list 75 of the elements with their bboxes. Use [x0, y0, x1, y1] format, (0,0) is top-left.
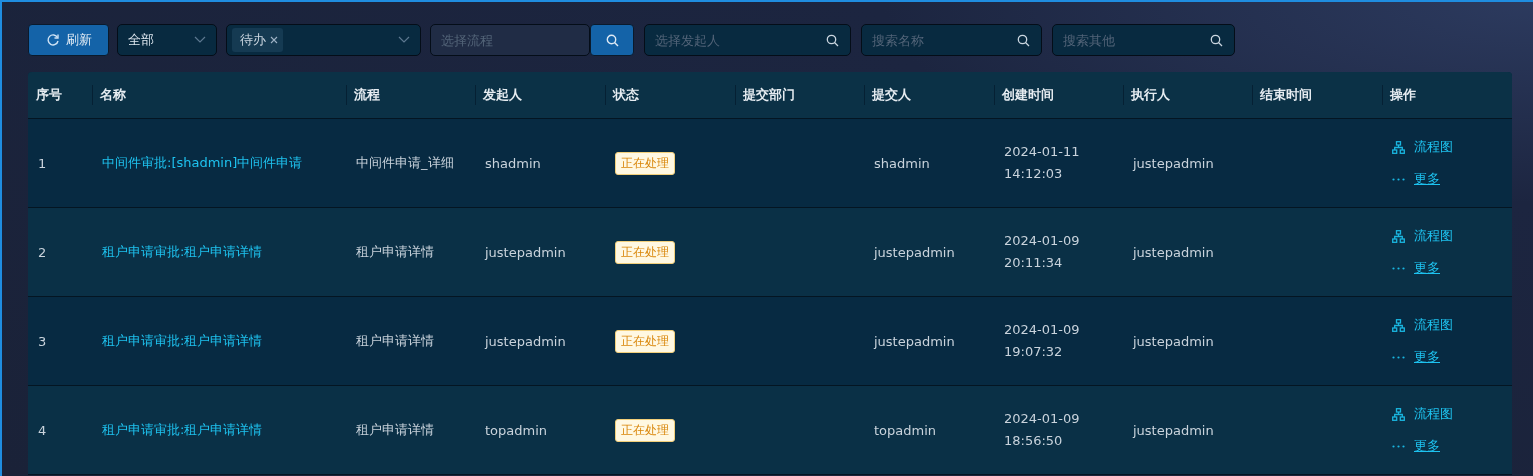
more-link[interactable]: 更多	[1414, 259, 1440, 277]
table-cell: shadmin	[874, 155, 930, 171]
table-cell: justepadmin	[1133, 244, 1214, 260]
table-cell: 2	[38, 244, 47, 260]
search-button[interactable]	[590, 24, 634, 56]
column-header: 序号	[36, 86, 62, 104]
status-tag: 正在处理	[615, 418, 675, 442]
other-field[interactable]: 搜索其他	[1052, 24, 1235, 56]
more-icon	[1392, 355, 1405, 359]
close-icon[interactable]	[270, 36, 278, 44]
more-icon	[1392, 177, 1405, 181]
table-cell: justepadmin	[874, 333, 955, 349]
table-cell: 中间件申请_详细	[356, 154, 454, 172]
flowchart-icon	[1392, 407, 1405, 421]
search-icon	[605, 33, 619, 47]
flowchart-icon	[1392, 140, 1405, 154]
table-cell: shadmin	[485, 155, 541, 171]
table-cell: justepadmin	[1133, 333, 1214, 349]
column-header: 结束时间	[1260, 86, 1312, 104]
table-cell-text: 2024-01-09 18:56:50	[1004, 410, 1080, 450]
flowchart-link[interactable]: 流程图	[1414, 138, 1453, 156]
scope-select[interactable]: 全部	[117, 24, 217, 56]
table-cell: 租户申请详情	[356, 243, 434, 261]
table-cell: justepadmin	[485, 333, 566, 349]
flowchart-icon	[1392, 229, 1405, 243]
column-header: 流程	[354, 86, 380, 104]
more-link[interactable]: 更多	[1414, 170, 1440, 188]
column-header: 执行人	[1131, 86, 1170, 104]
name-field[interactable]: 搜索名称	[861, 24, 1042, 56]
table-cell: 4	[38, 422, 47, 438]
status-tag: 正在处理	[615, 329, 675, 353]
column-header: 提交人	[872, 86, 911, 104]
search-icon	[1017, 34, 1030, 47]
column-header: 发起人	[483, 86, 522, 104]
type-select[interactable]: 待办	[226, 24, 421, 56]
refresh-icon	[45, 33, 60, 47]
flowchart-link[interactable]: 流程图	[1414, 316, 1453, 334]
refresh-button[interactable]: 刷新	[28, 24, 109, 56]
task-link[interactable]: 租户申请审批:租户申请详情	[102, 332, 263, 350]
table-cell: justepadmin	[874, 244, 955, 260]
flowchart-link[interactable]: 流程图	[1414, 405, 1453, 423]
more-link[interactable]: 更多	[1414, 348, 1440, 366]
column-header: 状态	[613, 86, 639, 104]
chevron-icon	[194, 36, 206, 44]
column-header: 操作	[1390, 86, 1416, 104]
more-icon	[1392, 266, 1405, 270]
table-cell: justepadmin	[1133, 422, 1214, 438]
table-cell: 租户申请详情	[356, 421, 434, 439]
column-header: 名称	[100, 86, 126, 104]
table-cell-text: 2024-01-11 14:12:03	[1004, 143, 1080, 183]
status-tag: 正在处理	[615, 151, 675, 175]
more-icon	[1392, 444, 1405, 448]
table-cell: topadmin	[485, 422, 548, 438]
search-icon	[1210, 34, 1223, 47]
initiator-field[interactable]: 选择发起人	[644, 24, 851, 56]
table-cell-text: 2024-01-09 20:11:34	[1004, 232, 1080, 272]
filter-tag: 待办	[232, 28, 283, 52]
table-cell: justepadmin	[1133, 155, 1214, 171]
column-header: 创建时间	[1002, 86, 1054, 104]
flowchart-link[interactable]: 流程图	[1414, 227, 1453, 245]
column-header: 提交部门	[743, 86, 795, 104]
table-cell: justepadmin	[485, 244, 566, 260]
table-cell: 1	[38, 155, 47, 171]
table-cell-text: 2024-01-09 19:07:32	[1004, 321, 1080, 361]
more-link[interactable]: 更多	[1414, 437, 1440, 455]
chevron-icon	[398, 36, 410, 44]
task-link[interactable]: 租户申请审批:租户申请详情	[102, 243, 263, 261]
task-link[interactable]: 中间件审批:[shadmin]中间件申请	[102, 154, 303, 172]
task-link[interactable]: 租户申请审批:租户申请详情	[102, 421, 263, 439]
table-cell: 租户申请详情	[356, 332, 434, 350]
flowchart-icon	[1392, 318, 1405, 332]
table-cell: 3	[38, 333, 47, 349]
status-tag: 正在处理	[615, 240, 675, 264]
table-cell: topadmin	[874, 422, 937, 438]
search-icon	[826, 34, 839, 47]
